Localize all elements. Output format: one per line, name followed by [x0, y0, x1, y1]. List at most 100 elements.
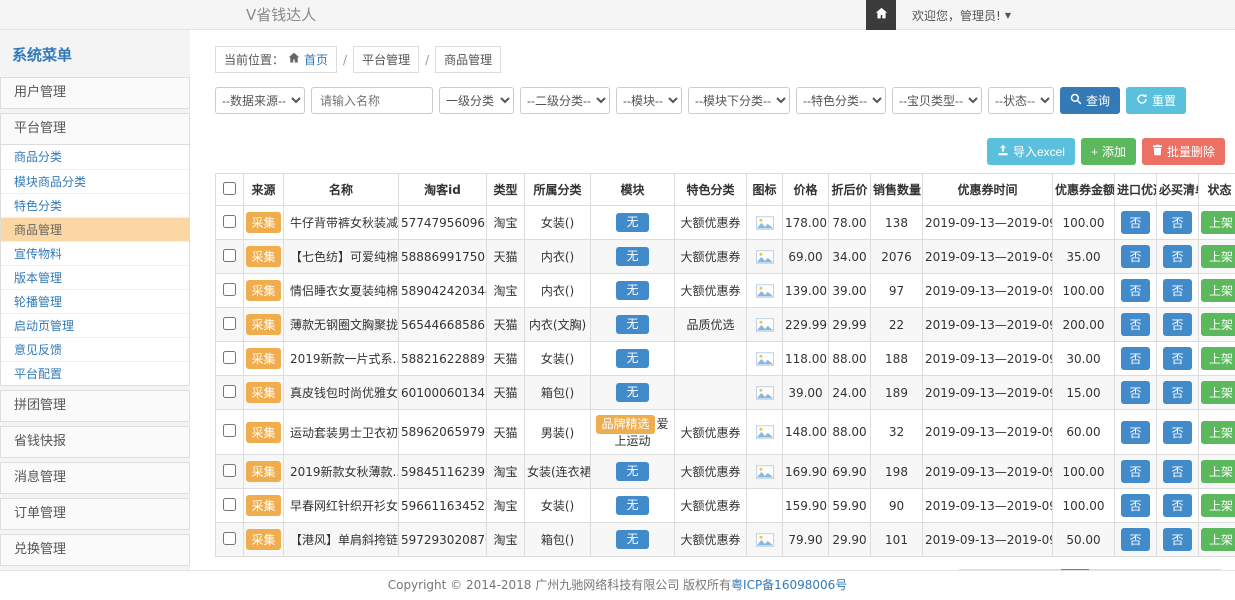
icp-link[interactable]: 粤ICP备16098006号 — [731, 578, 847, 592]
status-button[interactable]: 上架 — [1201, 245, 1235, 268]
sidebar-subitem[interactable]: 意见反馈 — [1, 337, 189, 361]
row-checkbox[interactable] — [223, 283, 236, 296]
breadcrumb-home-link[interactable]: 首页 — [304, 51, 328, 68]
filter-select-data-source[interactable]: --数据来源-- — [215, 87, 305, 114]
row-checkbox[interactable] — [223, 498, 236, 511]
filter-select-status[interactable]: --状态-- — [988, 87, 1054, 114]
page-footer: Copyright © 2014-2018 广州九驰网络科技有限公司 版权所有粤… — [0, 570, 1235, 600]
sidebar-subitem[interactable]: 宣传物料 — [1, 241, 189, 265]
row-checkbox[interactable] — [223, 532, 236, 545]
coupon-time-cell: 2019-09-13—2019-09-17 — [923, 489, 1053, 523]
status-button[interactable]: 上架 — [1201, 211, 1235, 234]
filter-select-module[interactable]: --模块-- — [616, 87, 682, 114]
must-buy-toggle[interactable]: 否 — [1163, 347, 1191, 370]
status-button[interactable]: 上架 — [1201, 313, 1235, 336]
status-button[interactable]: 上架 — [1201, 279, 1235, 302]
type-cell: 淘宝 — [487, 455, 525, 489]
must-buy-toggle[interactable]: 否 — [1163, 211, 1191, 234]
icon-cell — [747, 308, 783, 342]
table-row: 采集【七色纺】可爱纯棉袜...588869917501天猫内衣()无大额优惠券6… — [216, 240, 1235, 274]
row-checkbox[interactable] — [223, 317, 236, 330]
status-button[interactable]: 上架 — [1201, 347, 1235, 370]
row-checkbox[interactable] — [223, 464, 236, 477]
product-image-icon — [756, 465, 774, 479]
row-checkbox-cell — [216, 489, 244, 523]
select-all-checkbox[interactable] — [223, 182, 236, 195]
import-select-toggle[interactable]: 否 — [1121, 528, 1149, 551]
import-excel-button[interactable]: 导入excel — [987, 138, 1075, 165]
filter-select-item-type[interactable]: --宝贝类型-- — [892, 87, 982, 114]
import-select-toggle[interactable]: 否 — [1121, 460, 1149, 483]
sidebar-item[interactable]: 拼团管理 — [1, 391, 189, 421]
category-cell: 内衣() — [525, 274, 591, 308]
coupon-amount-cell: 35.00 — [1053, 240, 1115, 274]
must-buy-toggle[interactable]: 否 — [1163, 421, 1191, 444]
import-select-toggle[interactable]: 否 — [1121, 494, 1149, 517]
search-button[interactable]: 查询 — [1060, 87, 1120, 114]
row-checkbox[interactable] — [223, 424, 236, 437]
discount-price-cell: 78.00 — [829, 206, 871, 240]
add-button[interactable]: + 添加 — [1081, 138, 1136, 165]
status-button[interactable]: 上架 — [1201, 460, 1235, 483]
import-select-toggle[interactable]: 否 — [1121, 313, 1149, 336]
sidebar-subitem[interactable]: 版本管理 — [1, 265, 189, 289]
sidebar-subitem[interactable]: 启动页管理 — [1, 313, 189, 337]
taoke-id-cell: 596611634525 — [399, 489, 487, 523]
sidebar-subitem[interactable]: 特色分类 — [1, 193, 189, 217]
import-select-toggle[interactable]: 否 — [1121, 279, 1149, 302]
feature-cell: 大额优惠券 — [675, 523, 747, 557]
sidebar-subitem[interactable]: 轮播管理 — [1, 289, 189, 313]
sidebar-item[interactable]: 订单管理 — [1, 499, 189, 529]
sidebar-subitem[interactable]: 模块商品分类 — [1, 169, 189, 193]
filter-input-name-keyword[interactable] — [311, 87, 433, 114]
status-button[interactable]: 上架 — [1201, 494, 1235, 517]
row-checkbox[interactable] — [223, 385, 236, 398]
import-select-toggle[interactable]: 否 — [1121, 245, 1149, 268]
sidebar-subitem[interactable]: 商品管理 — [1, 217, 189, 241]
row-checkbox[interactable] — [223, 215, 236, 228]
must-buy-toggle[interactable]: 否 — [1163, 494, 1191, 517]
home-button[interactable] — [866, 0, 896, 30]
must-buy-toggle[interactable]: 否 — [1163, 279, 1191, 302]
must-buy-toggle[interactable]: 否 — [1163, 381, 1191, 404]
reset-button[interactable]: 重置 — [1126, 87, 1186, 114]
category-cell: 箱包() — [525, 523, 591, 557]
import-select-toggle[interactable]: 否 — [1121, 211, 1149, 234]
must-buy-toggle[interactable]: 否 — [1163, 528, 1191, 551]
feature-cell: 大额优惠券 — [675, 489, 747, 523]
must-buy-toggle[interactable]: 否 — [1163, 460, 1191, 483]
icon-cell — [747, 274, 783, 308]
status-button[interactable]: 上架 — [1201, 528, 1235, 551]
sidebar-item[interactable]: 平台管理 — [1, 114, 189, 144]
sidebar-item[interactable]: 兑换管理 — [1, 535, 189, 565]
sidebar-item[interactable]: 消息管理 — [1, 463, 189, 493]
import-select-toggle[interactable]: 否 — [1121, 347, 1149, 370]
sidebar-subitem[interactable]: 平台配置 — [1, 361, 189, 385]
must-buy-toggle[interactable]: 否 — [1163, 313, 1191, 336]
sidebar-item[interactable]: 省钱快报 — [1, 427, 189, 457]
sidebar-item[interactable]: 用户管理 — [1, 78, 189, 108]
table-row: 采集2019新款一片式系...588216228899天猫女装()无118.00… — [216, 342, 1235, 376]
import-select-toggle[interactable]: 否 — [1121, 381, 1149, 404]
import-select-toggle[interactable]: 否 — [1121, 421, 1149, 444]
must-buy-cell: 否 — [1157, 274, 1199, 308]
sidebar: 系统菜单 用户管理平台管理商品分类模块商品分类特色分类商品管理宣传物料版本管理轮… — [0, 30, 190, 570]
price-cell: 148.00 — [783, 410, 829, 455]
row-checkbox[interactable] — [223, 351, 236, 364]
filter-select-level2-category[interactable]: --二级分类-- — [520, 87, 610, 114]
sidebar-subitem[interactable]: 商品分类 — [1, 145, 189, 169]
sales-cell: 97 — [871, 274, 923, 308]
source-cell: 采集 — [244, 274, 284, 308]
row-checkbox[interactable] — [223, 249, 236, 262]
filter-select-level1-category[interactable]: 一级分类 — [439, 87, 514, 114]
user-menu[interactable]: 欢迎您，管理员! ▼ — [912, 7, 1011, 24]
batch-delete-button[interactable]: 批量删除 — [1142, 138, 1225, 165]
must-buy-toggle[interactable]: 否 — [1163, 245, 1191, 268]
filter-select-module-subcategory[interactable]: --模块下分类-- — [688, 87, 790, 114]
status-button[interactable]: 上架 — [1201, 421, 1235, 444]
sales-cell: 188 — [871, 342, 923, 376]
filter-select-feature-category[interactable]: --特色分类-- — [796, 87, 886, 114]
source-cell: 采集 — [244, 489, 284, 523]
status-button[interactable]: 上架 — [1201, 381, 1235, 404]
feature-cell: 大额优惠券 — [675, 206, 747, 240]
